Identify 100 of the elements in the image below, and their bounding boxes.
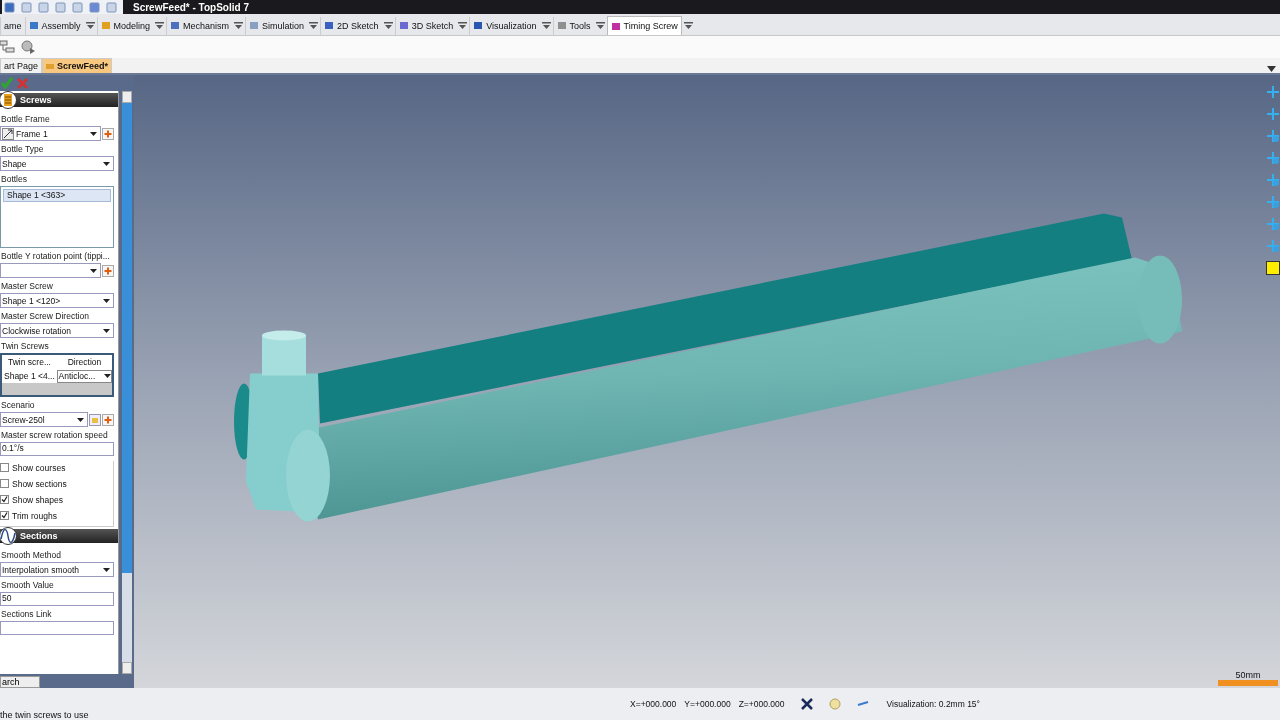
- dropdown-arrow-icon[interactable]: [458, 21, 468, 30]
- 3d-viewport[interactable]: 50mm: [134, 75, 1280, 688]
- dropdown-arrow-icon[interactable]: [1267, 65, 1276, 73]
- dropdown[interactable]: Shape 1 <120>: [0, 293, 114, 308]
- ribbon-tab[interactable]: Modeling: [96, 16, 154, 35]
- add-icon[interactable]: [102, 413, 114, 426]
- field-label: Bottles: [1, 174, 28, 184]
- dropdown[interactable]: Screw-250l: [0, 412, 88, 427]
- field-label: Bottle Type: [1, 144, 45, 154]
- dropdown-arrow-icon: [77, 417, 84, 422]
- ribbon-tab[interactable]: ame: [0, 16, 25, 35]
- dropdown-arrow-icon[interactable]: [595, 21, 605, 30]
- search-button[interactable]: arch: [0, 676, 40, 688]
- dropdown-arrow-icon[interactable]: [383, 21, 393, 30]
- dropdown[interactable]: Anticloc...: [56, 369, 112, 383]
- tab-icon: [170, 20, 182, 31]
- dropdown-arrow-icon: [90, 131, 97, 136]
- toolbar-icon[interactable]: [89, 1, 100, 13]
- section-header[interactable]: Sections: [0, 529, 118, 543]
- dropdown[interactable]: Clockwise rotation: [0, 323, 114, 338]
- dropdown-arrow-icon: [103, 298, 110, 303]
- dropdown-arrow-icon[interactable]: [85, 21, 95, 30]
- field-label: Scenario: [1, 400, 36, 410]
- sphere-icon[interactable]: [828, 698, 841, 710]
- list-box[interactable]: Shape 1 <363>: [0, 186, 114, 248]
- dropdown[interactable]: [0, 263, 101, 278]
- checkbox-label: Show sections: [12, 478, 67, 489]
- add-icon[interactable]: [102, 127, 114, 140]
- toolbar-icon[interactable]: [72, 1, 83, 13]
- checkbox[interactable]: [0, 463, 9, 472]
- field-label: Master screw rotation speed: [1, 430, 109, 440]
- dropdown-arrow-icon[interactable]: [155, 21, 165, 30]
- tab-icon: [100, 20, 112, 31]
- section-title: Sections: [20, 531, 58, 541]
- tab-icon: [556, 20, 568, 31]
- checkbox[interactable]: [0, 511, 9, 520]
- dropdown[interactable]: Shape: [0, 156, 114, 171]
- field-label: Twin Screws: [1, 341, 50, 351]
- tab-icon: [398, 20, 410, 31]
- tab-icon: [610, 20, 622, 32]
- ribbon-tab[interactable]: Tools: [552, 16, 594, 35]
- ribbon-tab[interactable]: 2D Sketch: [320, 16, 382, 35]
- scale-label: 50mm: [1235, 670, 1261, 680]
- column-header[interactable]: Direction: [57, 357, 112, 367]
- checkbox-label: Show courses: [12, 462, 66, 473]
- ribbon-tab[interactable]: Visualization: [469, 16, 540, 35]
- input-field[interactable]: 0.1°/s: [0, 442, 114, 456]
- dropdown-arrow-icon: [104, 374, 111, 378]
- dropdown-arrow-icon[interactable]: [541, 21, 551, 30]
- checkbox-label: Trim roughs: [12, 510, 58, 521]
- view-tool-icon[interactable]: [1266, 173, 1280, 187]
- field-label: Sections Link: [1, 609, 53, 619]
- frame-icon: [2, 127, 14, 140]
- dropdown-arrow-icon[interactable]: [309, 21, 319, 30]
- field-label: Master Screw: [1, 281, 54, 291]
- dropdown-arrow-icon: [103, 161, 110, 166]
- checkbox[interactable]: [0, 479, 9, 488]
- status-hint: the twin screws to use: [0, 710, 89, 720]
- toolbar-icon[interactable]: [21, 1, 32, 13]
- close-icon[interactable]: [800, 698, 813, 710]
- folder-icon[interactable]: [89, 413, 101, 426]
- ribbon-tab[interactable]: Mechanism: [166, 16, 233, 35]
- ribbon-tab[interactable]: Assembly: [24, 16, 84, 35]
- toolbar-icon[interactable]: [38, 1, 49, 13]
- column-header[interactable]: Twin scre...: [2, 357, 57, 367]
- input-field[interactable]: [0, 621, 114, 635]
- scrollbar[interactable]: [122, 91, 132, 674]
- view-tool-icon[interactable]: [1266, 85, 1280, 99]
- tree-icon[interactable]: [0, 39, 16, 55]
- view-tool-icon[interactable]: [1266, 107, 1280, 121]
- ribbon-tab[interactable]: 3D Sketch: [394, 16, 457, 35]
- toolbar-icon[interactable]: [55, 1, 66, 13]
- field-label: Master Screw Direction: [1, 311, 90, 321]
- window-title: ScrewFeed* - TopSolid 7: [133, 1, 249, 13]
- dropdown-arrow-icon[interactable]: [683, 21, 693, 30]
- section-header[interactable]: Screws: [0, 93, 118, 107]
- view-tool-icon[interactable]: [1266, 129, 1280, 143]
- ribbon-tab[interactable]: Timing Screw: [606, 16, 682, 35]
- check-icon[interactable]: [1, 77, 13, 89]
- tab-icon: [28, 20, 40, 31]
- dropdown-arrow-icon: [103, 328, 110, 333]
- list-item[interactable]: Shape 1 <363>: [3, 189, 111, 202]
- ribbon-tab[interactable]: Simulation: [245, 16, 308, 35]
- gear-play-icon[interactable]: [20, 39, 36, 55]
- toolbar-icon[interactable]: [4, 1, 15, 13]
- coordinate-readout: Y=+000.000: [684, 699, 731, 709]
- add-icon[interactable]: [102, 264, 114, 277]
- checkbox[interactable]: [0, 495, 9, 504]
- tab-icon: [249, 20, 261, 31]
- checkbox-label: Show shapes: [12, 494, 64, 505]
- dropdown-arrow-icon[interactable]: [234, 21, 244, 30]
- visualization-status: Visualization: 0.2mm 15°: [886, 699, 980, 709]
- toolbar-icon[interactable]: [106, 1, 117, 13]
- input-field[interactable]: 50: [0, 592, 114, 606]
- color-swatch-icon[interactable]: [1266, 261, 1280, 275]
- dropdown[interactable]: Frame 1: [0, 126, 101, 141]
- view-tool-icon[interactable]: [1266, 151, 1280, 165]
- dropdown[interactable]: Interpolation smooth: [0, 562, 114, 577]
- dropdown-arrow-icon: [103, 567, 110, 572]
- document-tab[interactable]: ScrewFeed*: [42, 58, 113, 73]
